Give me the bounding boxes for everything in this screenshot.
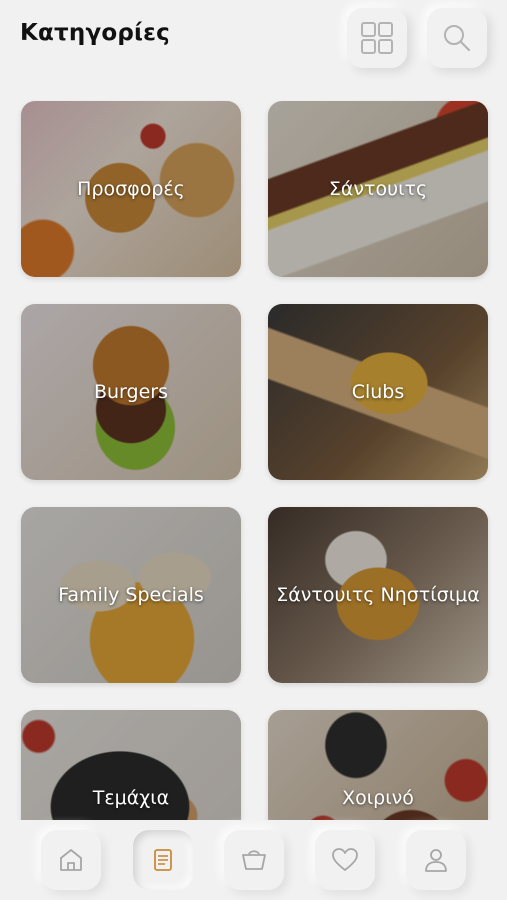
category-grid: Προσφορές Σάντουιτς Burgers Clubs Family…: [0, 100, 507, 820]
search-button[interactable]: [427, 8, 487, 68]
category-label: Χοιρινό: [342, 787, 414, 809]
header: Κατηγορίες: [0, 0, 507, 80]
nav-basket-button[interactable]: [224, 830, 284, 890]
category-card-pieces[interactable]: Τεμάχια: [21, 710, 241, 820]
nav-favorites-button[interactable]: [315, 830, 375, 890]
app-screen: Κατηγορίες Προσφορές Σάντουιτς Burgers C…: [0, 0, 507, 900]
nav-profile-button[interactable]: [406, 830, 466, 890]
menu-icon: [149, 846, 177, 874]
nav-menu-button[interactable]: [133, 830, 193, 890]
heart-icon: [330, 846, 360, 874]
home-icon: [57, 846, 85, 874]
nav-home-button[interactable]: [41, 830, 101, 890]
category-label: Προσφορές: [77, 178, 185, 200]
category-card-burgers[interactable]: Burgers: [21, 304, 241, 480]
grid-view-icon: [360, 21, 394, 55]
grid-view-button[interactable]: [347, 8, 407, 68]
bottom-nav: [0, 820, 507, 900]
category-card-clubs[interactable]: Clubs: [268, 304, 488, 480]
page-title: Κατηγορίες: [20, 20, 171, 46]
search-icon: [442, 23, 472, 53]
category-label: Σάντουιτς: [328, 178, 428, 200]
user-icon: [422, 846, 450, 874]
category-card-pork[interactable]: Χοιρινό: [268, 710, 488, 820]
category-card-family-specials[interactable]: Family Specials: [21, 507, 241, 683]
category-card-fasting-sandwiches[interactable]: Σάντουιτς Νηστίσιμα: [268, 507, 488, 683]
category-card-offers[interactable]: Προσφορές: [21, 101, 241, 277]
basket-icon: [239, 846, 269, 874]
category-label: Burgers: [93, 381, 168, 403]
category-card-sandwiches[interactable]: Σάντουιτς: [268, 101, 488, 277]
category-label: Τεμάχια: [92, 787, 170, 809]
category-label: Clubs: [351, 381, 405, 403]
category-label: Family Specials: [58, 584, 204, 606]
category-label: Σάντουιτς Νηστίσιμα: [276, 584, 480, 606]
